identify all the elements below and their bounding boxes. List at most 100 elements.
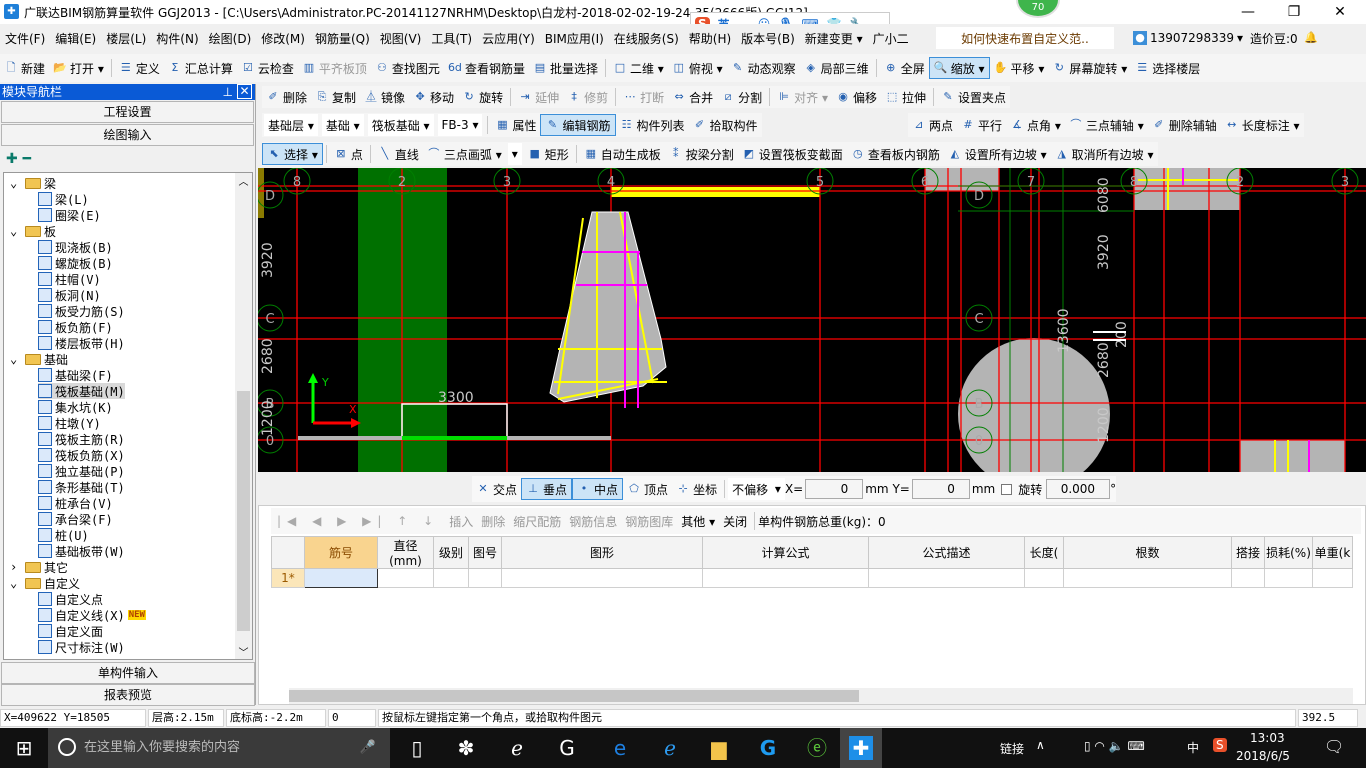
tool-button-align[interactable]: ⊫ 对齐 ▾ — [773, 86, 832, 108]
grid-tool-2[interactable]: 缩尺配筋 — [509, 510, 565, 532]
ime-indicator[interactable]: 中 — [1187, 739, 1199, 756]
tree-item[interactable]: 基础梁(F) — [38, 367, 113, 383]
tool-button-view-rebar[interactable]: 6d 查看钢筋量 — [444, 57, 529, 79]
column-header[interactable]: 搭接 — [1231, 536, 1265, 569]
tree-item[interactable]: 尺寸标注(W) — [38, 639, 125, 655]
dropdown-3[interactable]: FB-3 ▾ — [437, 114, 483, 136]
tool-button-parallel[interactable]: # 平行 — [957, 114, 1006, 136]
tree-item[interactable]: 桩(U) — [38, 527, 89, 543]
dropdown-0[interactable]: 基础层 ▾ — [264, 114, 318, 136]
fan-app-icon[interactable]: ✽ — [452, 734, 480, 762]
tool-button-variable-section[interactable]: ◩ 设置筏板变截面 — [738, 143, 847, 165]
close-panel-icon[interactable]: ✕ — [237, 84, 252, 99]
tool-button-edit-rebar[interactable]: ✎ 编辑钢筋 — [540, 114, 616, 136]
tool-button-binoculars[interactable]: ⚇ 查找图元 — [371, 57, 444, 79]
tree-item[interactable]: 现浇板(B) — [38, 239, 113, 255]
tool-button-pan[interactable]: ✋ 平移 ▾ — [990, 57, 1049, 79]
snap-perpendicular[interactable]: ⊥ 垂点 — [521, 478, 573, 500]
grid-horizontal-scrollbar[interactable] — [289, 688, 1353, 704]
tool-button-define[interactable]: ☰ 定义 — [115, 57, 164, 79]
tree-item[interactable]: 集水坑(K) — [38, 399, 113, 415]
tree-item[interactable]: 柱帽(V) — [38, 271, 101, 287]
tool-button-stretch[interactable]: ⬚ 拉伸 — [881, 86, 930, 108]
tool-button-split[interactable]: ⧄ 分割 — [717, 86, 766, 108]
tool-button-sigma[interactable]: Σ 汇总计算 — [164, 57, 237, 79]
tool-button-orbit[interactable]: ✎ 动态观察 — [727, 57, 800, 79]
tool-button-point-angle[interactable]: ∡ 点角 ▾ — [1006, 114, 1065, 136]
grid-tool-0[interactable]: 插入 — [445, 510, 477, 532]
rotate-input[interactable]: 0.000 — [1046, 479, 1111, 499]
dropdown-1[interactable]: 基础 ▾ — [321, 114, 364, 136]
chevron-down-icon[interactable]: ⌄ — [10, 224, 22, 238]
tree-item[interactable]: 筏板主筋(R) — [38, 431, 125, 447]
tool-button-batch-select[interactable]: ▤ 批量选择 — [529, 57, 602, 79]
tree-item[interactable]: 梁(L) — [38, 191, 89, 207]
column-header[interactable]: 图形 — [501, 536, 703, 569]
column-header[interactable]: 计算公式 — [702, 536, 869, 569]
menu-10[interactable]: BIM应用(I) — [540, 27, 609, 49]
tool-button-local-3d[interactable]: ◈ 局部三维 — [800, 57, 873, 79]
tree-item[interactable]: 条形基础(T) — [38, 479, 125, 495]
scroll-thumb[interactable] — [289, 690, 859, 702]
column-header[interactable]: 图号 — [468, 536, 502, 569]
tree-item[interactable]: 自定义点 — [38, 591, 103, 607]
tool-button-trim[interactable]: ‡ 修剪 — [563, 86, 612, 108]
y-input[interactable]: 0 — [911, 479, 970, 499]
cad-view[interactable]: 8 2 3 4 5 6 7 8 2 3DCB0DCB0 3920 2680 1200 3300 3… — [258, 168, 1366, 472]
table-cell[interactable] — [1312, 568, 1353, 588]
menu-7[interactable]: 视图(V) — [375, 27, 427, 49]
drawing-canvas[interactable]: 8234567823DCB0DCB0 3920 2680 1200 3300 3… — [258, 168, 1366, 472]
dropdown-6[interactable]: ▾ — [507, 143, 522, 165]
ie-icon[interactable]: ℯ — [656, 734, 684, 762]
clock-date[interactable]: 2018/6/5 — [1236, 749, 1290, 763]
taskbar-search[interactable]: 在这里输入你要搜索的内容 🎤 — [48, 728, 390, 768]
tool-button-select[interactable]: ⬉ 选择 ▾ — [262, 143, 323, 165]
tree-item[interactable]: 楼层板带(H) — [38, 335, 125, 351]
microphone-icon[interactable]: 🎤 — [360, 728, 376, 768]
tree-item[interactable]: 基础板带(W) — [38, 543, 125, 559]
table-cell[interactable] — [501, 568, 703, 588]
tool-button-extend[interactable]: ⇥ 延伸 — [514, 86, 563, 108]
menu-8[interactable]: 工具(T) — [426, 27, 477, 49]
tool-button-length-dim[interactable]: ↔ 长度标注 ▾ — [1221, 114, 1304, 136]
tree-item[interactable]: 板洞(N) — [38, 287, 101, 303]
tree-folder[interactable]: ⌄ 梁 — [10, 175, 56, 191]
task-view-icon[interactable]: ▯ — [403, 734, 431, 762]
grid-tool-5[interactable]: 其他 ▾ — [677, 510, 719, 532]
chevron-right-icon[interactable]: › — [10, 560, 22, 574]
rotate-checkbox[interactable] — [1001, 483, 1013, 495]
table-cell[interactable] — [1231, 568, 1265, 588]
x-input[interactable]: 0 — [805, 479, 864, 499]
tool-button-split-beam[interactable]: ⁑ 按梁分割 — [665, 143, 738, 165]
tool-button-delete[interactable]: ✐ 删除 — [262, 86, 311, 108]
menu-2[interactable]: 楼层(L) — [101, 27, 151, 49]
tree-item[interactable]: 独立基础(P) — [38, 463, 125, 479]
chevron-down-icon[interactable]: ⌄ — [10, 576, 22, 590]
grid-tool-6[interactable]: 关闭 — [719, 510, 751, 532]
tool-button-grip[interactable]: ✎ 设置夹点 — [937, 86, 1010, 108]
tree-scroll-thumb[interactable] — [237, 391, 250, 631]
table-cell[interactable] — [868, 568, 1025, 588]
tray-icons[interactable]: ▯ ◠ 🔈 ⌨ — [1084, 739, 1145, 753]
ggj-app-icon[interactable]: ✚ — [840, 728, 882, 768]
tool-button-rotate-screen[interactable]: ↻ 屏幕旋转 ▾ — [1048, 57, 1131, 79]
chevron-down-icon[interactable]: ⌄ — [10, 176, 22, 190]
tree-item[interactable]: 自定义线(X) NEW — [38, 607, 146, 623]
minimize-button[interactable]: — — [1225, 0, 1271, 24]
tool-button-select-floor[interactable]: ☰ 选择楼层 — [1131, 57, 1204, 79]
tool-button-component-list[interactable]: ☷ 构件列表 — [616, 114, 689, 136]
table-cell[interactable] — [433, 568, 469, 588]
table-cell[interactable] — [1063, 568, 1232, 588]
menu-1[interactable]: 编辑(E) — [50, 27, 101, 49]
tool-button-pick[interactable]: ✐ 拾取构件 — [689, 114, 762, 136]
tool-button-cloud-check[interactable]: ☑ 云检查 — [237, 57, 298, 79]
column-header[interactable]: 筋号 — [304, 536, 378, 569]
chevron-down-icon[interactable]: ⌄ — [10, 352, 22, 366]
file-explorer-icon[interactable]: ▆ — [705, 734, 733, 762]
bell-icon[interactable]: 🔔 — [1304, 31, 1318, 45]
tool-button-move[interactable]: ✥ 移动 — [409, 86, 458, 108]
nav-project-settings[interactable]: 工程设置 — [1, 101, 254, 123]
menu-14[interactable]: 新建变更 ▾ — [800, 27, 868, 49]
tree-item[interactable]: 自定义面 — [38, 623, 103, 639]
tool-button-new-file[interactable]: 🗋 新建 — [0, 57, 49, 79]
